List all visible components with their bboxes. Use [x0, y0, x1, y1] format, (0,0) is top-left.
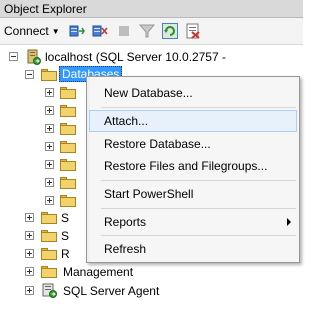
tree-node-child[interactable] [0, 102, 90, 120]
menu-item-reports[interactable]: Reports [89, 211, 297, 233]
folder-icon [41, 248, 57, 260]
expand-icon[interactable] [25, 213, 34, 222]
sql-agent-icon [42, 283, 57, 298]
folder-icon [60, 105, 76, 117]
folder-icon [41, 266, 57, 278]
folder-icon [60, 87, 76, 99]
folder-icon [41, 69, 57, 81]
databases-context-menu: New Database... Attach... Restore Databa… [86, 76, 300, 263]
refresh-icon[interactable] [162, 23, 178, 39]
folder-icon [60, 123, 76, 135]
menu-item-new-database[interactable]: New Database... [89, 82, 297, 104]
menu-separator [101, 107, 296, 108]
stop-icon[interactable] [116, 23, 132, 39]
tree-node-child[interactable] [0, 138, 90, 156]
menu-item-restore-database[interactable]: Restore Database... [89, 133, 297, 155]
folder-icon [60, 177, 76, 189]
object-explorer-toolbar: Connect ▼ [0, 18, 303, 45]
server-label: localhost (SQL Server 10.0.2757 - [45, 50, 226, 64]
tree-node-child[interactable] [0, 192, 90, 210]
folder-icon [60, 141, 76, 153]
expand-icon[interactable] [45, 106, 54, 115]
menu-item-label: Attach... [104, 114, 149, 128]
menu-item-refresh[interactable]: Refresh [89, 238, 297, 260]
connect-label: Connect [4, 24, 49, 38]
folder-icon [60, 159, 76, 171]
tree-node-server-objects[interactable]: S [0, 227, 90, 245]
tree-node-child[interactable] [0, 84, 90, 102]
menu-item-label: Restore Files and Filegroups... [104, 159, 268, 173]
expand-icon[interactable] [45, 124, 54, 133]
server-icon [27, 49, 41, 65]
tree-node-child[interactable] [0, 120, 90, 138]
expand-icon[interactable] [25, 231, 34, 240]
expand-icon[interactable] [45, 88, 54, 97]
chevron-down-icon: ▼ [51, 27, 60, 36]
expand-icon[interactable] [45, 178, 54, 187]
window-title: Object Explorer [4, 2, 87, 16]
tree-node-sql-server-agent[interactable]: SQL Server Agent [0, 282, 200, 300]
tree-node-server[interactable]: localhost (SQL Server 10.0.2757 - [0, 48, 303, 66]
tree-node-security[interactable]: S [0, 209, 90, 227]
folder-icon [60, 195, 76, 207]
sql-server-agent-label: SQL Server Agent [63, 284, 160, 298]
expand-icon[interactable] [25, 286, 34, 295]
menu-item-label: Refresh [104, 242, 147, 256]
menu-item-label: Start PowerShell [104, 187, 194, 201]
expand-icon[interactable] [45, 142, 54, 151]
folder-icon [41, 230, 57, 242]
menu-separator [101, 180, 296, 181]
node-label: R [61, 247, 70, 261]
folder-icon [41, 212, 57, 224]
collapse-icon[interactable] [25, 70, 34, 79]
collapse-icon[interactable] [9, 52, 18, 61]
expand-icon[interactable] [45, 160, 54, 169]
submenu-arrow-icon [287, 218, 291, 226]
management-label: Management [63, 265, 134, 279]
connect-icon[interactable] [69, 23, 85, 39]
node-label: S [61, 211, 70, 225]
menu-item-label: New Database... [104, 86, 193, 100]
menu-item-label: Reports [104, 215, 147, 229]
menu-item-label: Restore Database... [104, 137, 211, 151]
tree-node-child[interactable] [0, 174, 90, 192]
menu-item-start-powershell[interactable]: Start PowerShell [89, 183, 297, 205]
menu-item-attach[interactable]: Attach... [89, 110, 297, 132]
tree-node-replication[interactable]: R [0, 245, 90, 263]
connect-dropdown[interactable]: Connect ▼ [4, 24, 60, 38]
tree-node-child[interactable] [0, 156, 90, 174]
tree-node-management[interactable]: Management [0, 263, 200, 281]
object-explorer-titlebar: Object Explorer [0, 0, 303, 18]
summary-icon[interactable] [185, 23, 201, 39]
node-label: S [61, 229, 70, 243]
expand-icon[interactable] [25, 267, 34, 276]
menu-item-restore-files[interactable]: Restore Files and Filegroups... [89, 155, 297, 177]
filter-icon[interactable] [139, 23, 155, 39]
disconnect-icon[interactable] [92, 23, 108, 39]
expand-icon[interactable] [45, 196, 54, 205]
expand-icon[interactable] [25, 249, 34, 258]
menu-separator [101, 235, 296, 236]
menu-separator [101, 208, 296, 209]
